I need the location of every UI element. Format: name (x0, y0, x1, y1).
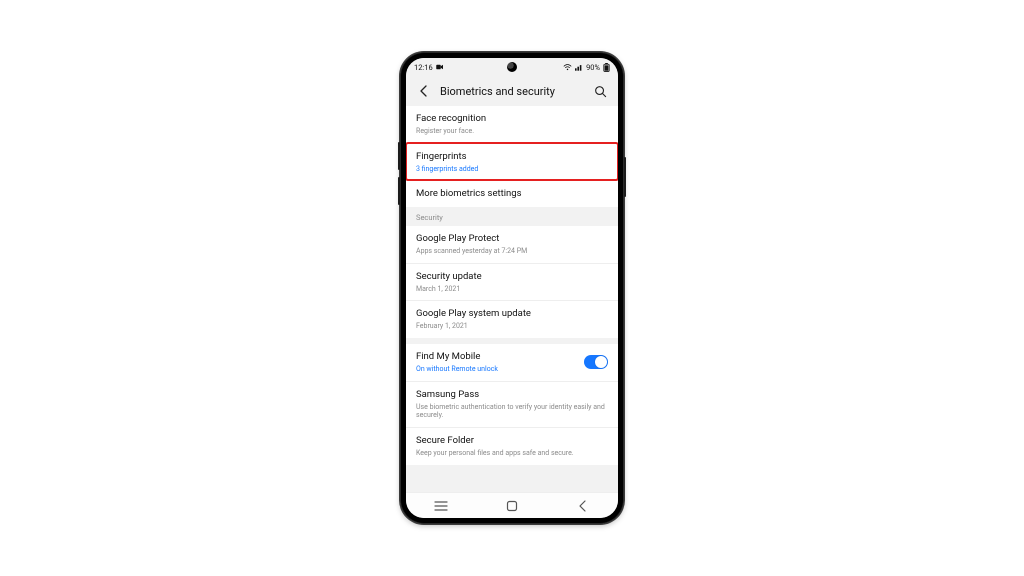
row-label: Samsung Pass (416, 389, 608, 401)
home-icon (506, 500, 518, 512)
row-sub: Use biometric authentication to verify y… (416, 403, 608, 421)
row-sub: On without Remote unlock (416, 365, 576, 374)
section-security-label: Security (406, 207, 618, 226)
front-camera (507, 62, 517, 72)
row-face-recognition[interactable]: Face recognition Register your face. (406, 106, 618, 143)
row-secure-folder[interactable]: Secure Folder Keep your personal files a… (406, 427, 618, 465)
screen: 12:16 90% Biometrics and security (406, 58, 618, 518)
battery-percent: 90% (586, 63, 600, 72)
phone-frame: 12:16 90% Biometrics and security (400, 52, 624, 524)
nav-home[interactable] (492, 500, 532, 512)
row-sub: March 1, 2021 (416, 285, 608, 294)
row-label: Find My Mobile (416, 351, 576, 363)
row-label: Google Play system update (416, 308, 608, 320)
find-my-mobile-toggle[interactable] (584, 355, 608, 369)
row-sub: Apps scanned yesterday at 7:24 PM (416, 247, 608, 256)
search-icon (594, 85, 607, 98)
system-nav-bar (406, 492, 618, 518)
status-time: 12:16 (414, 63, 433, 72)
row-fingerprints[interactable]: Fingerprints 3 fingerprints added (406, 143, 618, 181)
wifi-icon (563, 64, 572, 71)
row-more-biometrics[interactable]: More biometrics settings (406, 180, 618, 207)
row-sub: 3 fingerprints added (416, 165, 608, 174)
page-title: Biometrics and security (440, 85, 584, 98)
signal-icon (575, 64, 583, 71)
row-label: Fingerprints (416, 151, 608, 163)
back-button[interactable] (416, 83, 432, 99)
app-header: Biometrics and security (406, 76, 618, 106)
group-services: Find My Mobile On without Remote unlock … (406, 344, 618, 465)
row-sub: February 1, 2021 (416, 322, 608, 331)
row-sub: Keep your personal files and apps safe a… (416, 449, 608, 458)
nav-recents[interactable] (421, 501, 461, 511)
battery-icon (603, 63, 610, 72)
volume-down-button (398, 177, 400, 205)
volume-up-button (398, 142, 400, 170)
group-biometrics: Face recognition Register your face. Fin… (406, 106, 618, 207)
row-label: More biometrics settings (416, 188, 608, 200)
row-label: Security update (416, 271, 608, 283)
chevron-left-icon (418, 85, 430, 97)
power-button (624, 157, 626, 197)
back-icon (578, 500, 588, 512)
row-sub: Register your face. (416, 127, 608, 136)
row-security-update[interactable]: Security update March 1, 2021 (406, 263, 618, 301)
row-find-my-mobile[interactable]: Find My Mobile On without Remote unlock (406, 344, 618, 381)
group-security: Google Play Protect Apps scanned yesterd… (406, 226, 618, 338)
row-google-play-system-update[interactable]: Google Play system update February 1, 20… (406, 300, 618, 338)
row-label: Google Play Protect (416, 233, 608, 245)
row-label: Secure Folder (416, 435, 608, 447)
search-button[interactable] (592, 83, 608, 99)
nav-back[interactable] (563, 500, 603, 512)
row-label: Face recognition (416, 113, 608, 125)
row-samsung-pass[interactable]: Samsung Pass Use biometric authenticatio… (406, 381, 618, 427)
video-indicator-icon (436, 64, 444, 70)
settings-content: Face recognition Register your face. Fin… (406, 106, 618, 492)
row-google-play-protect[interactable]: Google Play Protect Apps scanned yesterd… (406, 226, 618, 263)
recents-icon (434, 501, 448, 511)
